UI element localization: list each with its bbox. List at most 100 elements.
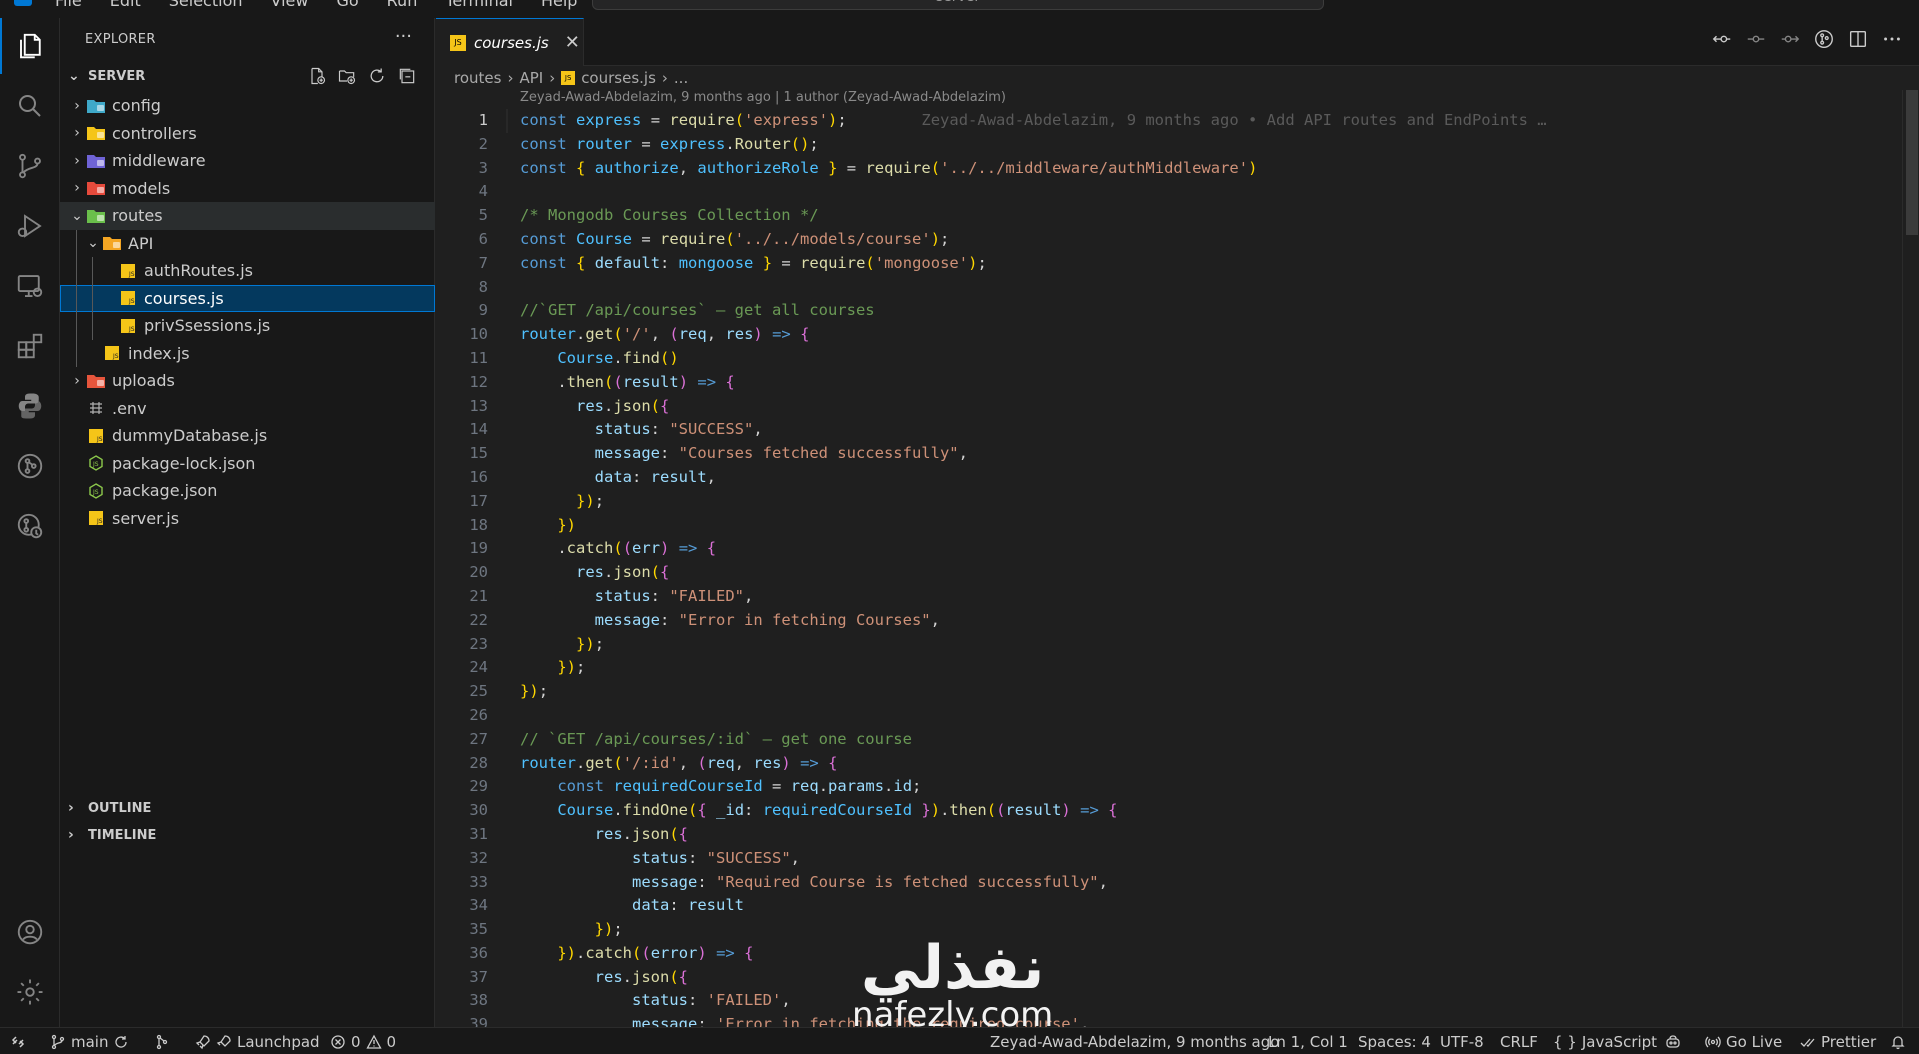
go-live-button[interactable]: Go Live (1705, 1028, 1782, 1054)
commit-icon[interactable] (1745, 28, 1767, 50)
split-editor-icon[interactable] (1847, 28, 1869, 50)
copilot-status[interactable] (1665, 1028, 1681, 1054)
tree-item-api[interactable]: ⌄ API (60, 229, 435, 257)
sync-icon[interactable] (113, 1034, 129, 1050)
new-folder-icon[interactable] (337, 66, 357, 86)
chevron-down-icon[interactable]: ⌄ (68, 208, 86, 224)
section-header-outline[interactable]: › OUTLINE (60, 795, 435, 821)
menu-item-selection[interactable]: Selection (169, 0, 243, 10)
git-graph-status[interactable] (154, 1028, 170, 1054)
chevron-right-icon[interactable]: › (68, 153, 86, 169)
breadcrumb-api[interactable]: API (519, 69, 543, 87)
tree-item-package-json[interactable]: JS package.json (60, 477, 435, 505)
tree-item-dummydatabase-js[interactable]: JS dummyDatabase.js (60, 422, 435, 450)
blame-codelens[interactable]: Zeyad-Awad-Abdelazim, 9 months ago | 1 a… (520, 90, 1006, 105)
tree-item-label: uploads (112, 371, 175, 391)
menu-item-help[interactable]: Help (541, 0, 577, 10)
next-change-icon[interactable] (1779, 28, 1801, 50)
chevron-right-icon[interactable]: › (68, 98, 86, 114)
tree-item-authroutes-js[interactable]: JS authRoutes.js (60, 257, 435, 285)
chevron-right-icon[interactable]: › (68, 180, 86, 196)
indent-guide (92, 284, 93, 312)
remote-indicator[interactable] (10, 1028, 26, 1054)
accounts-icon[interactable] (0, 904, 60, 960)
notifications-bell[interactable] (1890, 1028, 1906, 1054)
collapse-all-icon[interactable] (397, 66, 417, 86)
code-text: }); (576, 634, 605, 653)
env-file-icon (86, 399, 106, 417)
more-actions-icon[interactable]: ··· (395, 26, 412, 47)
tree-item-index-js[interactable]: JS index.js (60, 339, 435, 367)
branch-indicator[interactable]: main (50, 1028, 129, 1054)
svg-text:JS: JS (96, 436, 103, 443)
source-control-icon[interactable] (0, 138, 60, 194)
code-editor[interactable]: Zeyad-Awad-Abdelazim, 9 months ago | 1 a… (436, 90, 1902, 1027)
menu-item-run[interactable]: Run (387, 0, 418, 10)
scrollbar-thumb[interactable] (1906, 90, 1918, 235)
launchpad-status[interactable]: Launchpad (195, 1028, 320, 1054)
line-number: 9 (478, 301, 488, 320)
tree-item-uploads[interactable]: › uploads (60, 367, 435, 395)
new-file-icon[interactable] (307, 66, 327, 86)
chevron-down-icon[interactable]: ⌄ (84, 235, 102, 251)
chevron-right-icon: › (507, 69, 514, 87)
breadcrumb-file[interactable]: courses.js (581, 69, 656, 87)
tree-item-privssessions-js[interactable]: JS privSsessions.js (60, 312, 435, 340)
blame-status[interactable]: Zeyad-Awad-Abdelazim, 9 months ago (990, 1028, 1279, 1054)
search-icon[interactable] (0, 78, 60, 134)
indentation[interactable]: Spaces: 4 (1358, 1028, 1431, 1054)
chevron-right-icon[interactable]: › (68, 373, 86, 389)
indentation-label: Spaces: 4 (1358, 1032, 1431, 1051)
cursor-position[interactable]: Ln 1, Col 1 (1268, 1028, 1348, 1054)
menu-item-file[interactable]: File (55, 0, 82, 10)
tree-item-routes[interactable]: ⌄ routes (60, 202, 435, 230)
command-center[interactable]: server (592, 0, 1324, 10)
tree-item-label: package.json (112, 481, 218, 501)
prettier-status[interactable]: Prettier (1800, 1028, 1876, 1054)
breadcrumb-routes[interactable]: routes (454, 69, 501, 87)
remote-explorer-icon[interactable] (0, 258, 60, 314)
run-debug-icon[interactable] (0, 198, 60, 254)
menu-item-terminal[interactable]: Terminal (445, 0, 513, 10)
launchpad-label: Launchpad (237, 1032, 320, 1051)
close-icon[interactable]: ✕ (565, 32, 580, 53)
breadcrumb-symbol[interactable]: ... (674, 69, 688, 87)
js-file-icon: JS (86, 427, 106, 445)
tree-item-courses-js[interactable]: JS courses.js (60, 284, 435, 312)
gitlens-icon[interactable] (0, 498, 60, 554)
explorer-icon[interactable] (0, 18, 60, 74)
tree-item-config[interactable]: › config (60, 92, 435, 120)
gitlens-toggle-icon[interactable] (1813, 28, 1835, 50)
blame-status-label: Zeyad-Awad-Abdelazim, 9 months ago (990, 1032, 1280, 1051)
line-number: 23 (469, 634, 488, 653)
editor-tabs: JS courses.js ✕ (436, 18, 1919, 66)
open-changes-icon[interactable] (1711, 28, 1733, 50)
more-actions-icon[interactable] (1881, 28, 1903, 50)
tree-item-middleware[interactable]: › middleware (60, 147, 435, 175)
menu-item-view[interactable]: View (271, 0, 309, 10)
git-graph-icon[interactable] (0, 438, 60, 494)
tree-item-models[interactable]: › models (60, 175, 435, 203)
end-of-line[interactable]: CRLF (1500, 1028, 1538, 1054)
tab-courses-js[interactable]: JS courses.js ✕ (436, 18, 584, 66)
python-icon[interactable] (0, 378, 60, 434)
chevron-right-icon[interactable]: › (68, 125, 86, 141)
line-number: 34 (469, 896, 488, 915)
problems-status[interactable]: 0 0 (330, 1028, 396, 1054)
menu-item-edit[interactable]: Edit (110, 0, 141, 10)
encoding[interactable]: UTF-8 (1440, 1028, 1484, 1054)
tree-item-label: controllers (112, 123, 197, 143)
settings-icon[interactable] (0, 964, 60, 1020)
section-header-timeline[interactable]: › TIMELINE (60, 822, 435, 848)
refresh-icon[interactable] (367, 66, 387, 86)
section-header-server[interactable]: ⌄ SERVER (60, 63, 435, 89)
tree-item-env[interactable]: .env (60, 395, 435, 423)
editor-scrollbar[interactable] (1902, 90, 1919, 1027)
extensions-icon[interactable] (0, 318, 60, 374)
tree-item-controllers[interactable]: › controllers (60, 120, 435, 148)
tree-item-server-js[interactable]: JS server.js (60, 505, 435, 533)
tree-item-package-lock-json[interactable]: JS package-lock.json (60, 450, 435, 478)
language-mode[interactable]: { } JavaScript (1553, 1028, 1657, 1054)
menu-item-go[interactable]: Go (336, 0, 358, 10)
line-number: 19 (469, 539, 488, 558)
